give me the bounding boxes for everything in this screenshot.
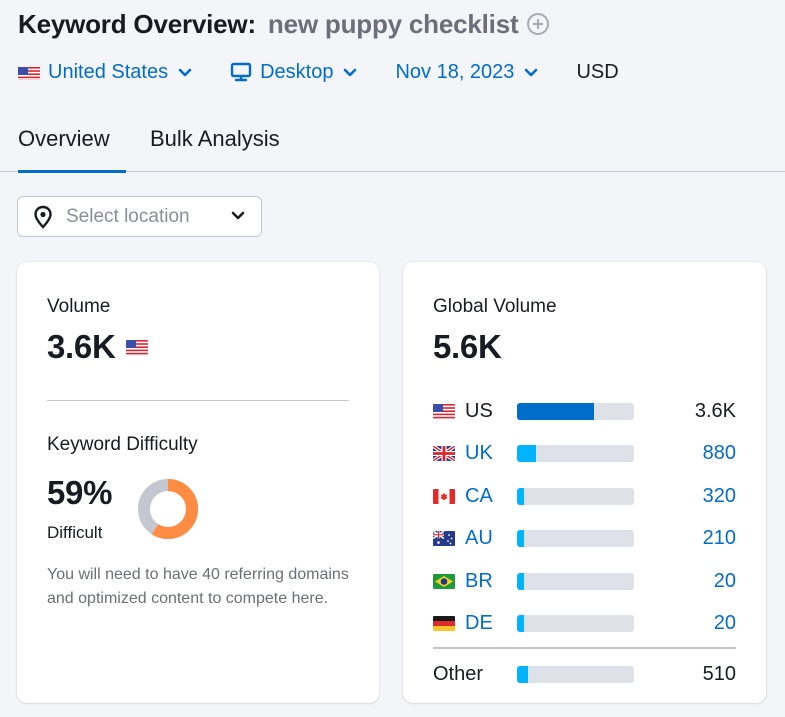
card-divider	[47, 400, 349, 401]
volume-share-fill	[517, 445, 536, 463]
desktop-icon	[230, 61, 252, 83]
global-volume-card: Global Volume 5.6K US 3.6K UK 880 CA 320 AU 210…	[403, 262, 766, 703]
country-volume-value[interactable]: 210	[703, 527, 736, 550]
au-flag-icon	[433, 531, 455, 547]
keyword-difficulty-description: You will need to have 40 referring domai…	[47, 566, 349, 607]
list-divider	[433, 647, 736, 649]
volume-value: 3.6K	[47, 328, 116, 365]
chevron-down-icon	[231, 211, 245, 220]
country-row-de: DE 20	[433, 603, 736, 646]
volume-share-bar	[517, 487, 634, 505]
volume-share-bar	[517, 665, 634, 683]
tab-bulk-analysis[interactable]: Bulk Analysis	[150, 126, 280, 172]
country-volume-value[interactable]: 20	[714, 570, 736, 593]
country-label: United States	[48, 60, 169, 83]
ca-flag-icon	[433, 488, 455, 504]
br-flag-icon	[433, 573, 455, 589]
country-dropdown[interactable]: United States	[18, 61, 192, 84]
country-code[interactable]: AU	[465, 527, 517, 550]
page-header: Keyword Overview: new puppy checklist	[18, 6, 785, 42]
keyword-difficulty-level: Difficult	[47, 523, 103, 542]
keyword-title: new puppy checklist	[267, 8, 519, 39]
volume-share-fill	[517, 615, 525, 633]
country-row-us: US 3.6K	[433, 390, 736, 433]
country-row-br: BR 20	[433, 560, 736, 603]
country-code[interactable]: BR	[465, 570, 517, 593]
country-code[interactable]: UK	[465, 442, 517, 465]
volume-card: Volume 3.6K Keyword Difficulty 59% Diffi…	[17, 262, 379, 703]
tab-bar: Overview Bulk Analysis	[0, 118, 785, 173]
other-label: Other	[433, 662, 484, 685]
volume-share-fill	[517, 487, 525, 505]
device-dropdown[interactable]: Desktop	[230, 61, 357, 84]
keyword-difficulty-label: Keyword Difficulty	[47, 434, 198, 455]
volume-share-bar	[517, 615, 634, 633]
country-row-ca: CA 320	[433, 475, 736, 518]
country-row-other: Other 510	[433, 653, 736, 696]
map-pin-icon	[32, 205, 54, 229]
country-code[interactable]: CA	[465, 485, 517, 508]
device-label: Desktop	[260, 60, 334, 83]
volume-share-fill	[517, 665, 528, 683]
global-volume-label: Global Volume	[433, 296, 557, 317]
location-select[interactable]: Select location	[17, 196, 262, 237]
volume-value-row: 3.6K	[47, 328, 156, 366]
country-volume-value[interactable]: 880	[703, 442, 736, 465]
global-volume-value: 5.6K	[433, 328, 502, 365]
country-volume-value: 3.6K	[694, 399, 736, 422]
volume-share-bar	[517, 445, 634, 463]
date-dropdown[interactable]: Nov 18, 2023	[395, 61, 538, 84]
country-volume-value[interactable]: 20	[714, 612, 736, 635]
tab-overview[interactable]: Overview	[18, 126, 126, 173]
country-row-au: AU 210	[433, 518, 736, 561]
country-row-uk: UK 880	[433, 433, 736, 476]
us-flag-icon	[18, 65, 40, 80]
country-volume-value[interactable]: 320	[703, 485, 736, 508]
volume-label: Volume	[47, 296, 111, 317]
chevron-down-icon	[178, 68, 192, 77]
currency-label: USD	[576, 60, 619, 83]
us-flag-icon	[433, 403, 455, 419]
volume-share-fill	[517, 572, 525, 590]
us-flag-icon	[125, 339, 148, 355]
volume-share-bar	[517, 402, 634, 420]
plus-circle-icon[interactable]	[526, 12, 550, 36]
keyword-difficulty-value: 59%	[47, 474, 113, 511]
de-flag-icon	[433, 616, 455, 632]
date-label: Nov 18, 2023	[395, 60, 515, 83]
volume-share-bar	[517, 572, 634, 590]
chevron-down-icon	[524, 68, 538, 77]
page-title: Keyword Overview:	[18, 8, 256, 39]
country-volume-value: 510	[702, 662, 736, 685]
uk-flag-icon	[433, 446, 455, 462]
country-volume-list: US 3.6K UK 880 CA 320 AU 210 BR 20 DE 20 Other 510	[433, 390, 736, 696]
volume-share-bar	[517, 530, 634, 548]
keyword-difficulty-donut	[138, 479, 198, 539]
filter-bar: United States Desktop Nov 18, 2023 USD	[18, 56, 619, 88]
location-placeholder: Select location	[66, 205, 190, 227]
volume-share-fill	[517, 530, 525, 548]
volume-share-fill	[517, 402, 595, 420]
country-code[interactable]: DE	[465, 612, 517, 635]
country-code: US	[465, 399, 493, 422]
chevron-down-icon	[343, 68, 357, 77]
